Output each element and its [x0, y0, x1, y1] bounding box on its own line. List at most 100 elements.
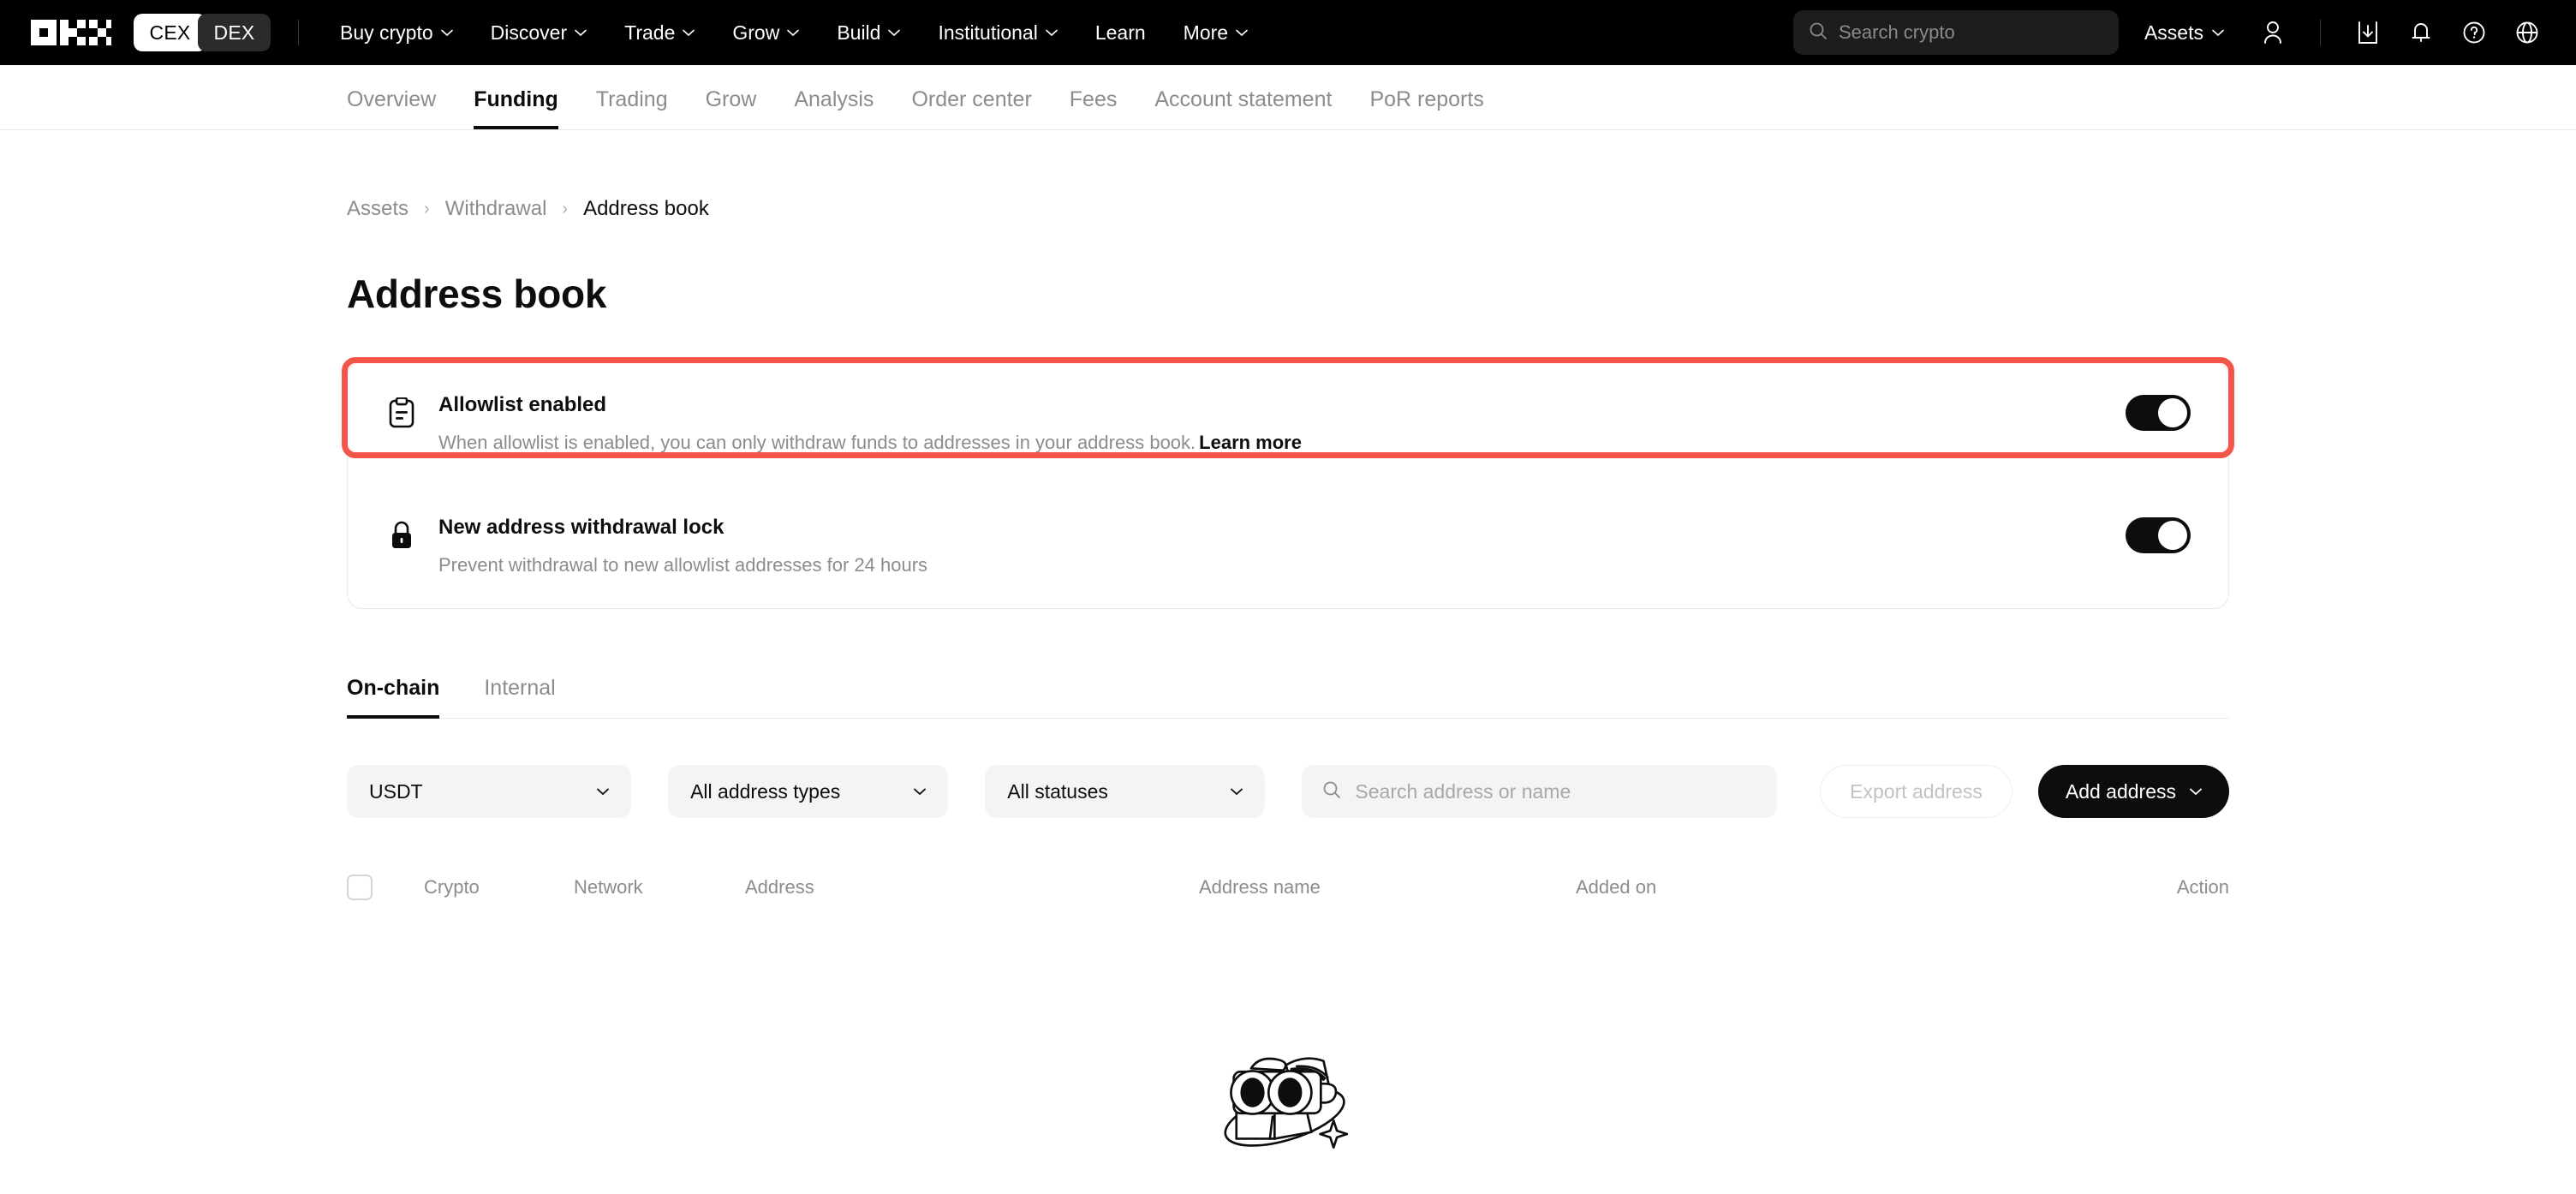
chevron-down-icon	[2212, 29, 2224, 37]
toggle-knob	[2158, 521, 2187, 550]
global-search-input[interactable]: Search crypto	[1793, 10, 2119, 55]
status-filter-select[interactable]: All statuses	[985, 765, 1265, 818]
breadcrumb-separator: ›	[562, 200, 568, 219]
select-all-checkbox[interactable]	[347, 875, 373, 900]
global-search-placeholder: Search crypto	[1839, 21, 1955, 44]
subtab-trading[interactable]: Trading	[577, 87, 687, 129]
assets-menu-button[interactable]: Assets	[2144, 21, 2224, 45]
primary-nav-items: Buy crypto Discover Trade Grow Build Ins…	[321, 21, 1267, 45]
nav-item-more[interactable]: More	[1165, 21, 1267, 45]
nav-item-learn[interactable]: Learn	[1076, 21, 1165, 45]
search-icon	[1809, 21, 1828, 45]
page-title: Address book	[347, 271, 2229, 317]
okx-logo[interactable]	[31, 20, 111, 45]
chevron-down-icon	[914, 788, 926, 796]
lock-icon	[385, 517, 418, 553]
allowlist-description: When allowlist is enabled, you can only …	[438, 431, 2105, 456]
column-header-action: Action	[2126, 876, 2229, 898]
withdrawal-lock-description: Prevent withdrawal to new allowlist addr…	[438, 553, 2105, 578]
nav-item-label: Buy crypto	[340, 21, 433, 45]
nav-item-label: Build	[837, 21, 880, 45]
globe-icon[interactable]	[2507, 13, 2547, 52]
nav-item-grow[interactable]: Grow	[713, 21, 818, 45]
subtab-grow[interactable]: Grow	[687, 87, 776, 129]
assets-menu-label: Assets	[2144, 21, 2203, 45]
subtab-analysis[interactable]: Analysis	[775, 87, 892, 129]
nav-item-institutional[interactable]: Institutional	[919, 21, 1076, 45]
withdrawal-lock-text-block: New address withdrawal lock Prevent with…	[438, 516, 2105, 578]
add-address-button[interactable]: Add address	[2038, 765, 2229, 818]
chevron-down-icon	[1236, 29, 1248, 37]
allowlist-toggle[interactable]	[2126, 395, 2191, 431]
chevron-down-icon	[441, 29, 453, 37]
nav-item-label: Institutional	[938, 21, 1037, 45]
nav-item-label: More	[1184, 21, 1228, 45]
withdrawal-lock-title: New address withdrawal lock	[438, 516, 2105, 540]
cex-dex-switch[interactable]: CEX DEX	[134, 14, 271, 51]
nav-item-label: Grow	[732, 21, 779, 45]
subtab-order-center[interactable]: Order center	[892, 87, 1050, 129]
cex-tab[interactable]: CEX	[134, 14, 206, 51]
subtab-account-statement[interactable]: Account statement	[1136, 87, 1351, 129]
subtab-fees[interactable]: Fees	[1051, 87, 1136, 129]
withdrawal-settings-card: Allowlist enabled When allowlist is enab…	[347, 361, 2229, 609]
nav-item-buy-crypto[interactable]: Buy crypto	[321, 21, 472, 45]
chevron-down-icon	[2190, 788, 2202, 796]
binoculars-empty-illustration	[1211, 1040, 1365, 1171]
chevron-down-icon	[787, 29, 799, 37]
address-type-tabs: On-chain Internal	[347, 676, 2229, 719]
subtab-funding[interactable]: Funding	[455, 87, 577, 129]
status-filter-value: All statuses	[1007, 780, 1108, 803]
allowlist-description-text: When allowlist is enabled, you can only …	[438, 432, 1196, 453]
dex-tab[interactable]: DEX	[198, 14, 271, 51]
account-sub-navigation: Overview Funding Trading Grow Analysis O…	[0, 65, 2576, 130]
address-type-filter-select[interactable]: All address types	[668, 765, 948, 818]
help-icon[interactable]	[2454, 13, 2494, 52]
column-header-address: Address	[745, 876, 1199, 898]
learn-more-link[interactable]: Learn more	[1199, 432, 1302, 453]
withdrawal-lock-setting-row: New address withdrawal lock Prevent with…	[348, 485, 2228, 609]
breadcrumb-separator: ›	[424, 200, 430, 219]
address-search-input[interactable]: Search address or name	[1302, 765, 1777, 818]
address-search-placeholder: Search address or name	[1355, 780, 1571, 803]
breadcrumb: Assets › Withdrawal › Address book	[347, 197, 2229, 221]
export-address-button[interactable]: Export address	[1820, 765, 2012, 818]
allowlist-text-block: Allowlist enabled When allowlist is enab…	[438, 393, 2105, 456]
tab-on-chain[interactable]: On-chain	[347, 676, 460, 718]
nav-item-label: Discover	[491, 21, 567, 45]
nav-icon-group	[2253, 13, 2547, 52]
chevron-down-icon	[597, 788, 609, 796]
subtab-overview[interactable]: Overview	[328, 87, 455, 129]
bell-icon[interactable]	[2401, 13, 2441, 52]
tab-internal[interactable]: Internal	[484, 676, 575, 718]
toggle-knob	[2158, 398, 2187, 427]
allowlist-title: Allowlist enabled	[438, 393, 2105, 417]
download-icon[interactable]	[2348, 13, 2388, 52]
breadcrumb-item-assets[interactable]: Assets	[347, 197, 408, 221]
column-header-crypto: Crypto	[424, 876, 574, 898]
subtab-por-reports[interactable]: PoR reports	[1351, 87, 1502, 129]
nav-item-discover[interactable]: Discover	[472, 21, 605, 45]
search-icon	[1322, 780, 1341, 803]
breadcrumb-item-withdrawal[interactable]: Withdrawal	[445, 197, 547, 221]
withdrawal-lock-toggle[interactable]	[2126, 517, 2191, 553]
address-type-filter-value: All address types	[690, 780, 840, 803]
nav-item-build[interactable]: Build	[818, 21, 919, 45]
crypto-filter-select[interactable]: USDT	[347, 765, 631, 818]
nav-item-label: Learn	[1095, 21, 1146, 45]
chevron-down-icon	[1046, 29, 1058, 37]
chevron-down-icon	[1231, 788, 1243, 796]
nav-divider	[298, 20, 299, 45]
crypto-filter-value: USDT	[369, 780, 423, 803]
nav-icon-divider	[2320, 20, 2321, 45]
clipboard-icon	[385, 395, 418, 431]
nav-item-trade[interactable]: Trade	[605, 21, 713, 45]
top-navigation-bar: CEX DEX Buy crypto Discover Trade Grow B…	[0, 0, 2576, 65]
add-address-label: Add address	[2066, 780, 2176, 803]
allowlist-setting-row: Allowlist enabled When allowlist is enab…	[348, 362, 2228, 485]
chevron-down-icon	[888, 29, 900, 37]
chevron-down-icon	[683, 29, 695, 37]
column-header-address-name: Address name	[1199, 876, 1576, 898]
profile-icon[interactable]	[2253, 13, 2293, 52]
column-header-added-on: Added on	[1576, 876, 2126, 898]
